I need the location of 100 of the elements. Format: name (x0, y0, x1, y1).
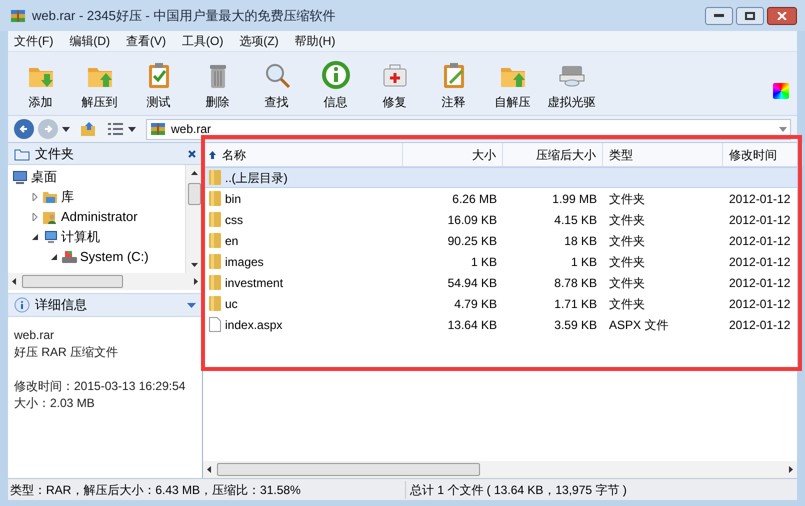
scroll-thumb[interactable] (22, 275, 123, 288)
table-cell: 8.78 KB (554, 276, 597, 290)
computer-icon (42, 229, 58, 245)
toolbar-button[interactable]: 自解压 (484, 55, 541, 111)
file-name[interactable]: ..(上层目录) (225, 168, 288, 186)
folder-icon (14, 146, 30, 160)
folder-icon (209, 212, 221, 227)
folder-icon (209, 296, 221, 311)
table-row[interactable]: ..(上层目录) (203, 167, 797, 188)
window-title: web.rar - 2345好压 - 中国用户量最大的免费压缩软件 (32, 6, 336, 25)
table-row[interactable]: images 1 KB 1 KB 文件夹 2012-01-12 (203, 251, 797, 272)
menu-item[interactable]: 工具(O) (180, 32, 226, 50)
collapsed-arrow-icon[interactable] (31, 193, 39, 201)
maximize-icon (745, 12, 755, 20)
table-row[interactable]: uc 4.79 KB 1.71 KB 文件夹 2012-01-12 (203, 293, 797, 314)
table-row[interactable]: en 90.25 KB 18 KB 文件夹 2012-01-12 (203, 230, 797, 251)
toolbar-button[interactable]: 修复 (366, 55, 423, 111)
toolbar-button[interactable]: 解压到 (71, 55, 128, 111)
toolbar-button[interactable]: 查找 (248, 55, 305, 111)
menu-item[interactable]: 编辑(D) (67, 32, 112, 50)
tree-item[interactable]: System (C:) (80, 247, 149, 267)
table-cell: 4.79 KB (454, 296, 497, 310)
file-name[interactable]: images (225, 252, 264, 270)
file-icon (209, 317, 221, 332)
file-name[interactable]: bin (225, 190, 242, 208)
horizontal-scrollbar[interactable] (203, 461, 797, 478)
close-button[interactable] (767, 6, 797, 24)
close-icon[interactable] (188, 150, 196, 158)
folder-icon (209, 191, 221, 206)
left-arrow-icon[interactable] (207, 466, 211, 473)
toolbar-button[interactable]: 虚拟光驱 (543, 55, 600, 111)
right-arrow-icon[interactable] (194, 278, 198, 285)
table-cell: 90.25 KB (448, 234, 497, 248)
close-icon (777, 12, 787, 20)
maximize-button[interactable] (736, 6, 764, 24)
table-cell: 6.26 MB (452, 192, 497, 206)
menu-item[interactable]: 选项(Z) (237, 32, 281, 50)
table-cell: 2012-01-12 (729, 276, 790, 290)
expanded-arrow-icon[interactable] (50, 253, 58, 261)
toolbar-button[interactable]: 注释 (425, 55, 482, 111)
sort-up-arrow-icon (209, 150, 216, 158)
color-theme-icon[interactable] (773, 83, 789, 99)
table-row[interactable]: bin 6.26 MB 1.99 MB 文件夹 2012-01-12 (203, 188, 797, 209)
column-header[interactable]: 压缩后大小 (503, 143, 603, 166)
toolbar-button[interactable]: 添加 (12, 55, 69, 111)
collapsed-arrow-icon[interactable] (31, 213, 39, 221)
pane-title: 详细信息 (35, 296, 87, 314)
table-cell: 13.64 KB (448, 318, 497, 332)
minimize-button[interactable] (705, 6, 733, 24)
table-cell: 3.59 KB (554, 318, 597, 332)
table-row[interactable]: index.aspx 13.64 KB 3.59 KB ASPX 文件 2012-01-12 (203, 314, 797, 335)
table-cell: 文件夹 (609, 254, 645, 268)
up-arrow-icon[interactable] (190, 171, 198, 175)
menu-item[interactable]: 帮助(H) (292, 32, 338, 50)
left-arrow-icon[interactable] (12, 278, 16, 285)
column-header[interactable]: 类型 (603, 143, 723, 166)
caret-icon[interactable] (62, 126, 70, 132)
table-cell: 1 KB (570, 254, 597, 268)
scroll-thumb[interactable] (217, 463, 480, 476)
archive-icon (150, 121, 166, 137)
table-cell: 1.71 KB (554, 296, 597, 310)
menu-item[interactable]: 查看(V) (124, 32, 168, 50)
file-name[interactable]: en (225, 232, 238, 250)
back-button[interactable] (14, 119, 34, 139)
toolbar-button[interactable]: 删除 (189, 55, 246, 111)
list-view-icon[interactable] (108, 123, 124, 135)
menu-item[interactable]: 文件(F) (12, 32, 56, 50)
status-text: 类型：RAR，解压后大小：6.43 MB，压缩比：31.58% (8, 480, 406, 498)
detail-text: web.rar (14, 327, 56, 344)
column-header[interactable]: 名称 (203, 143, 403, 166)
horizontal-scrollbar[interactable] (8, 273, 202, 290)
vertical-scrollbar[interactable] (185, 165, 202, 273)
column-header[interactable]: 修改时间 (723, 143, 803, 166)
dropdown-arrow-icon[interactable] (779, 126, 787, 132)
table-cell: 16.09 KB (448, 212, 497, 226)
detail-text: 好压 RAR 压缩文件 (14, 344, 120, 361)
file-name[interactable]: index.aspx (225, 316, 282, 334)
tree-item[interactable]: 库 (61, 187, 74, 207)
right-arrow-icon[interactable] (789, 466, 793, 473)
down-arrow-icon[interactable] (190, 263, 198, 267)
expanded-arrow-icon[interactable] (31, 233, 39, 241)
file-name[interactable]: uc (225, 294, 238, 312)
caret-icon[interactable] (128, 126, 136, 132)
hard-drive-icon (61, 249, 77, 265)
file-name[interactable]: css (225, 210, 243, 228)
tree-item[interactable]: Administrator (61, 207, 138, 227)
file-name[interactable]: investment (225, 274, 284, 292)
folder-up-icon[interactable] (80, 121, 96, 137)
table-row[interactable]: investment 54.94 KB 8.78 KB 文件夹 2012-01-12 (203, 272, 797, 293)
scroll-thumb[interactable] (188, 183, 200, 205)
toolbar-button[interactable]: 信息 (307, 55, 364, 111)
column-header[interactable]: 大小 (403, 143, 503, 166)
tree-item[interactable]: 计算机 (61, 227, 100, 247)
table-cell: 2012-01-12 (729, 254, 790, 268)
folder-icon (209, 233, 221, 248)
table-row[interactable]: css 16.09 KB 4.15 KB 文件夹 2012-01-12 (203, 209, 797, 230)
info-icon (320, 60, 350, 90)
toolbar-button[interactable]: 测试 (130, 55, 187, 111)
tree-item[interactable]: 桌面 (31, 167, 57, 187)
monitor-icon (12, 169, 28, 185)
